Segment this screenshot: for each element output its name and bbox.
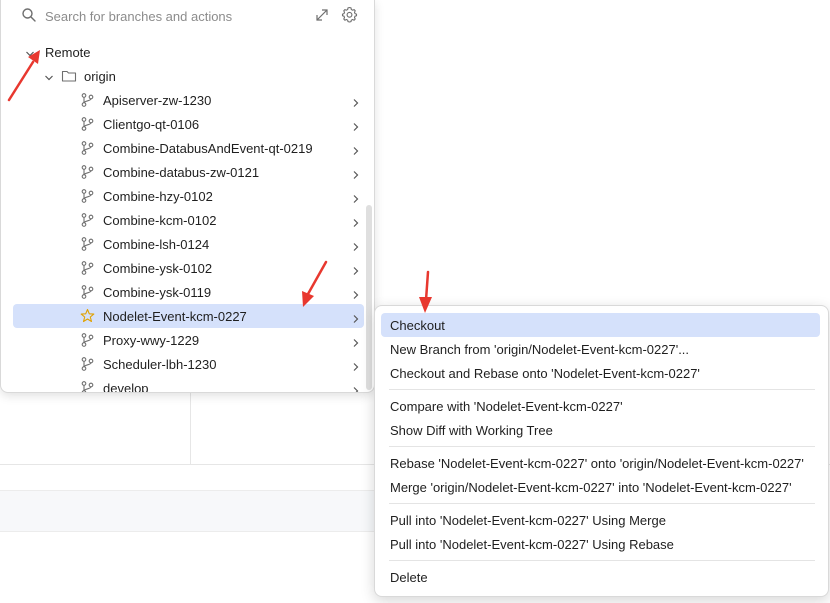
menu-item[interactable]: New Branch from 'origin/Nodelet-Event-kc… bbox=[381, 337, 820, 361]
menu-item-label: Delete bbox=[390, 570, 428, 585]
branch-icon bbox=[80, 212, 95, 228]
branch-row[interactable]: Combine-kcm-0102 bbox=[13, 208, 364, 232]
chevron-down-icon[interactable] bbox=[44, 71, 54, 81]
branch-row[interactable]: Combine-ysk-0102 bbox=[13, 256, 364, 280]
star-icon bbox=[80, 308, 95, 324]
branch-label: Combine-ysk-0102 bbox=[103, 261, 213, 276]
branch-label: Clientgo-qt-0106 bbox=[103, 117, 200, 132]
branch-row[interactable]: Nodelet-Event-kcm-0227 bbox=[13, 304, 364, 328]
menu-item[interactable]: Delete bbox=[381, 565, 820, 589]
branch-label: Nodelet-Event-kcm-0227 bbox=[103, 309, 247, 324]
menu-item[interactable]: Checkout and Rebase onto 'Nodelet-Event-… bbox=[381, 361, 820, 385]
branch-label: Apiserver-zw-1230 bbox=[103, 93, 212, 108]
chevron-right-icon[interactable] bbox=[352, 359, 360, 371]
background-divider bbox=[190, 392, 191, 464]
branch-row[interactable]: Combine-lsh-0124 bbox=[13, 232, 364, 256]
menu-separator bbox=[389, 503, 815, 504]
branch-row[interactable]: Scheduler-lbh-1230 bbox=[13, 352, 364, 376]
menu-separator bbox=[389, 446, 815, 447]
menu-item-label: Pull into 'Nodelet-Event-kcm-0227' Using… bbox=[390, 537, 674, 552]
branch-label: Combine-DatabusAndEvent-qt-0219 bbox=[103, 141, 313, 156]
search-bar bbox=[1, 0, 374, 32]
chevron-right-icon[interactable] bbox=[352, 167, 360, 179]
chevron-right-icon[interactable] bbox=[352, 191, 360, 203]
branch-label: Proxy-wwy-1229 bbox=[103, 333, 200, 348]
chevron-right-icon[interactable] bbox=[352, 95, 360, 107]
branch-row[interactable]: Apiserver-zw-1230 bbox=[13, 88, 364, 112]
menu-item[interactable]: Compare with 'Nodelet-Event-kcm-0227' bbox=[381, 394, 820, 418]
branch-row[interactable]: Combine-DatabusAndEvent-qt-0219 bbox=[13, 136, 364, 160]
branch-label: Combine-lsh-0124 bbox=[103, 237, 210, 252]
chevron-right-icon[interactable] bbox=[352, 215, 360, 227]
menu-item-label: Merge 'origin/Nodelet-Event-kcm-0227' in… bbox=[390, 480, 792, 495]
collapse-arrows-icon[interactable] bbox=[314, 7, 330, 23]
tree-node-origin[interactable]: origin bbox=[1, 64, 366, 88]
branch-row[interactable]: Combine-databus-zw-0121 bbox=[13, 160, 364, 184]
branch-context-menu: Checkout New Branch from 'origin/Nodelet-… bbox=[374, 305, 829, 597]
folder-icon bbox=[61, 68, 77, 84]
menu-item-label: Checkout and Rebase onto 'Nodelet-Event-… bbox=[390, 366, 700, 381]
search-input[interactable] bbox=[45, 6, 295, 26]
branches-popup: Remote origin Apiserver-zw-1230 Clientgo-… bbox=[0, 0, 375, 393]
branch-icon bbox=[80, 284, 95, 300]
branch-label: Scheduler-lbh-1230 bbox=[103, 357, 217, 372]
search-icon bbox=[21, 7, 37, 23]
branch-label: Combine-hzy-0102 bbox=[103, 189, 213, 204]
branch-icon bbox=[80, 164, 95, 180]
tree-node-label: origin bbox=[84, 69, 116, 84]
menu-separator bbox=[389, 389, 815, 390]
chevron-right-icon[interactable] bbox=[352, 311, 360, 323]
gear-icon[interactable] bbox=[341, 6, 358, 23]
branch-row[interactable]: Combine-hzy-0102 bbox=[13, 184, 364, 208]
branch-row[interactable]: Combine-ysk-0119 bbox=[13, 280, 364, 304]
branch-icon bbox=[80, 116, 95, 132]
menu-separator bbox=[389, 560, 815, 561]
menu-item-label: Checkout bbox=[390, 318, 445, 333]
chevron-right-icon[interactable] bbox=[352, 239, 360, 251]
branch-icon bbox=[80, 356, 95, 372]
chevron-down-icon[interactable] bbox=[25, 47, 35, 57]
background-panel-band bbox=[0, 490, 374, 532]
branch-row[interactable]: Proxy-wwy-1229 bbox=[13, 328, 364, 352]
branch-row[interactable]: develop bbox=[13, 376, 364, 393]
chevron-right-icon[interactable] bbox=[352, 119, 360, 131]
menu-item-label: Show Diff with Working Tree bbox=[390, 423, 553, 438]
scrollbar[interactable] bbox=[366, 205, 372, 390]
menu-item-label: Compare with 'Nodelet-Event-kcm-0227' bbox=[390, 399, 623, 414]
branch-label: develop bbox=[103, 381, 149, 393]
branch-icon bbox=[80, 188, 95, 204]
branch-icon bbox=[80, 236, 95, 252]
chevron-right-icon[interactable] bbox=[352, 287, 360, 299]
chevron-right-icon[interactable] bbox=[352, 335, 360, 347]
menu-item[interactable]: Show Diff with Working Tree bbox=[381, 418, 820, 442]
menu-item[interactable]: Checkout bbox=[381, 313, 820, 337]
branch-label: Combine-databus-zw-0121 bbox=[103, 165, 260, 180]
menu-item[interactable]: Pull into 'Nodelet-Event-kcm-0227' Using… bbox=[381, 532, 820, 556]
chevron-right-icon[interactable] bbox=[352, 263, 360, 275]
menu-item-label: Rebase 'Nodelet-Event-kcm-0227' onto 'or… bbox=[390, 456, 804, 471]
branch-icon bbox=[80, 260, 95, 276]
chevron-right-icon[interactable] bbox=[352, 383, 360, 392]
branch-label: Combine-kcm-0102 bbox=[103, 213, 217, 228]
menu-item-label: Pull into 'Nodelet-Event-kcm-0227' Using… bbox=[390, 513, 666, 528]
tree-node-remote[interactable]: Remote bbox=[1, 40, 366, 64]
branch-label: Combine-ysk-0119 bbox=[103, 285, 212, 300]
menu-item-label: New Branch from 'origin/Nodelet-Event-kc… bbox=[390, 342, 690, 357]
branch-icon bbox=[80, 140, 95, 156]
branch-row[interactable]: Clientgo-qt-0106 bbox=[13, 112, 364, 136]
tree-node-label: Remote bbox=[45, 45, 91, 60]
branch-icon bbox=[80, 92, 95, 108]
branch-icon bbox=[80, 380, 95, 392]
menu-item[interactable]: Rebase 'Nodelet-Event-kcm-0227' onto 'or… bbox=[381, 451, 820, 475]
branch-icon bbox=[80, 332, 95, 348]
menu-item[interactable]: Pull into 'Nodelet-Event-kcm-0227' Using… bbox=[381, 508, 820, 532]
menu-item[interactable]: Merge 'origin/Nodelet-Event-kcm-0227' in… bbox=[381, 475, 820, 499]
chevron-right-icon[interactable] bbox=[352, 143, 360, 155]
